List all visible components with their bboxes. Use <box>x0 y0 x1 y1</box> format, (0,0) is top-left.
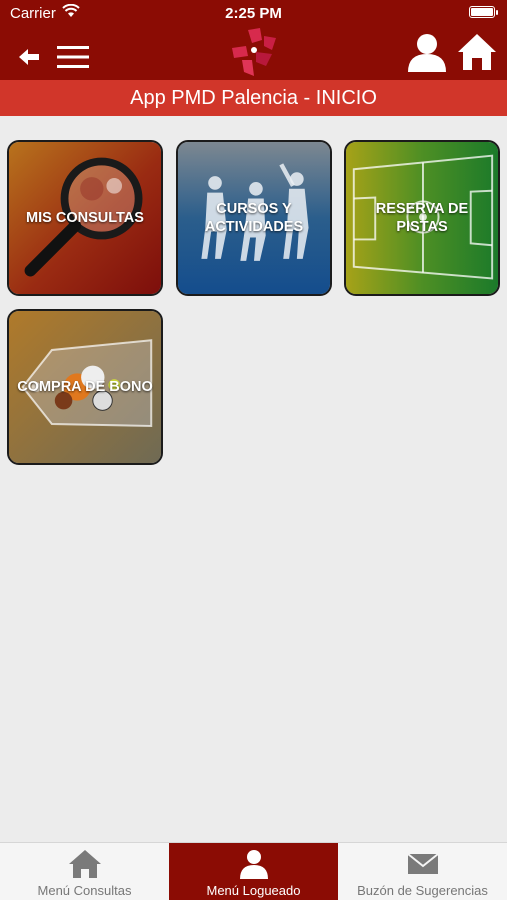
tile-reserva-pistas[interactable]: RESERVA DE PISTAS <box>344 140 500 296</box>
tile-label: CURSOS Y ACTIVIDADES <box>204 201 304 235</box>
tab-label: Menú Consultas <box>37 883 132 898</box>
user-icon <box>239 850 268 879</box>
page-title: App PMD Palencia - INICIO <box>0 80 507 116</box>
battery-icon <box>469 6 498 18</box>
status-bar: Carrier 2:25 PM <box>0 0 507 26</box>
home-icon <box>68 850 101 878</box>
tab-menu-consultas[interactable]: Menú Consultas <box>0 843 169 900</box>
tile-label: COMPRA DE BONO <box>17 379 153 395</box>
app-header: Carrier 2:25 PM <box>0 0 507 80</box>
hamburger-menu-icon[interactable] <box>56 44 90 70</box>
envelope-icon <box>406 853 439 874</box>
user-icon[interactable] <box>406 32 448 72</box>
tile-compra-bono[interactable]: COMPRA DE BONO <box>7 309 163 465</box>
tile-label: MIS CONSULTAS <box>26 210 144 226</box>
tab-label: Menú Logueado <box>206 883 301 898</box>
status-time: 2:25 PM <box>225 5 282 22</box>
tab-label: Buzón de Sugerencias <box>357 883 488 898</box>
home-icon[interactable] <box>456 32 498 72</box>
bottom-tab-bar: Menú Consultas Menú Logueado Buzón de Su… <box>0 842 507 900</box>
tab-menu-logueado[interactable]: Menú Logueado <box>169 843 338 900</box>
tile-mis-consultas[interactable]: MIS CONSULTAS <box>7 140 163 296</box>
back-arrow-icon[interactable] <box>16 44 42 70</box>
tile-cursos-actividades[interactable]: CURSOS Y ACTIVIDADES <box>176 140 332 296</box>
logo <box>232 28 276 76</box>
tab-buzon-sugerencias[interactable]: Buzón de Sugerencias <box>338 843 507 900</box>
tile-label: RESERVA DE PISTAS <box>375 201 469 235</box>
